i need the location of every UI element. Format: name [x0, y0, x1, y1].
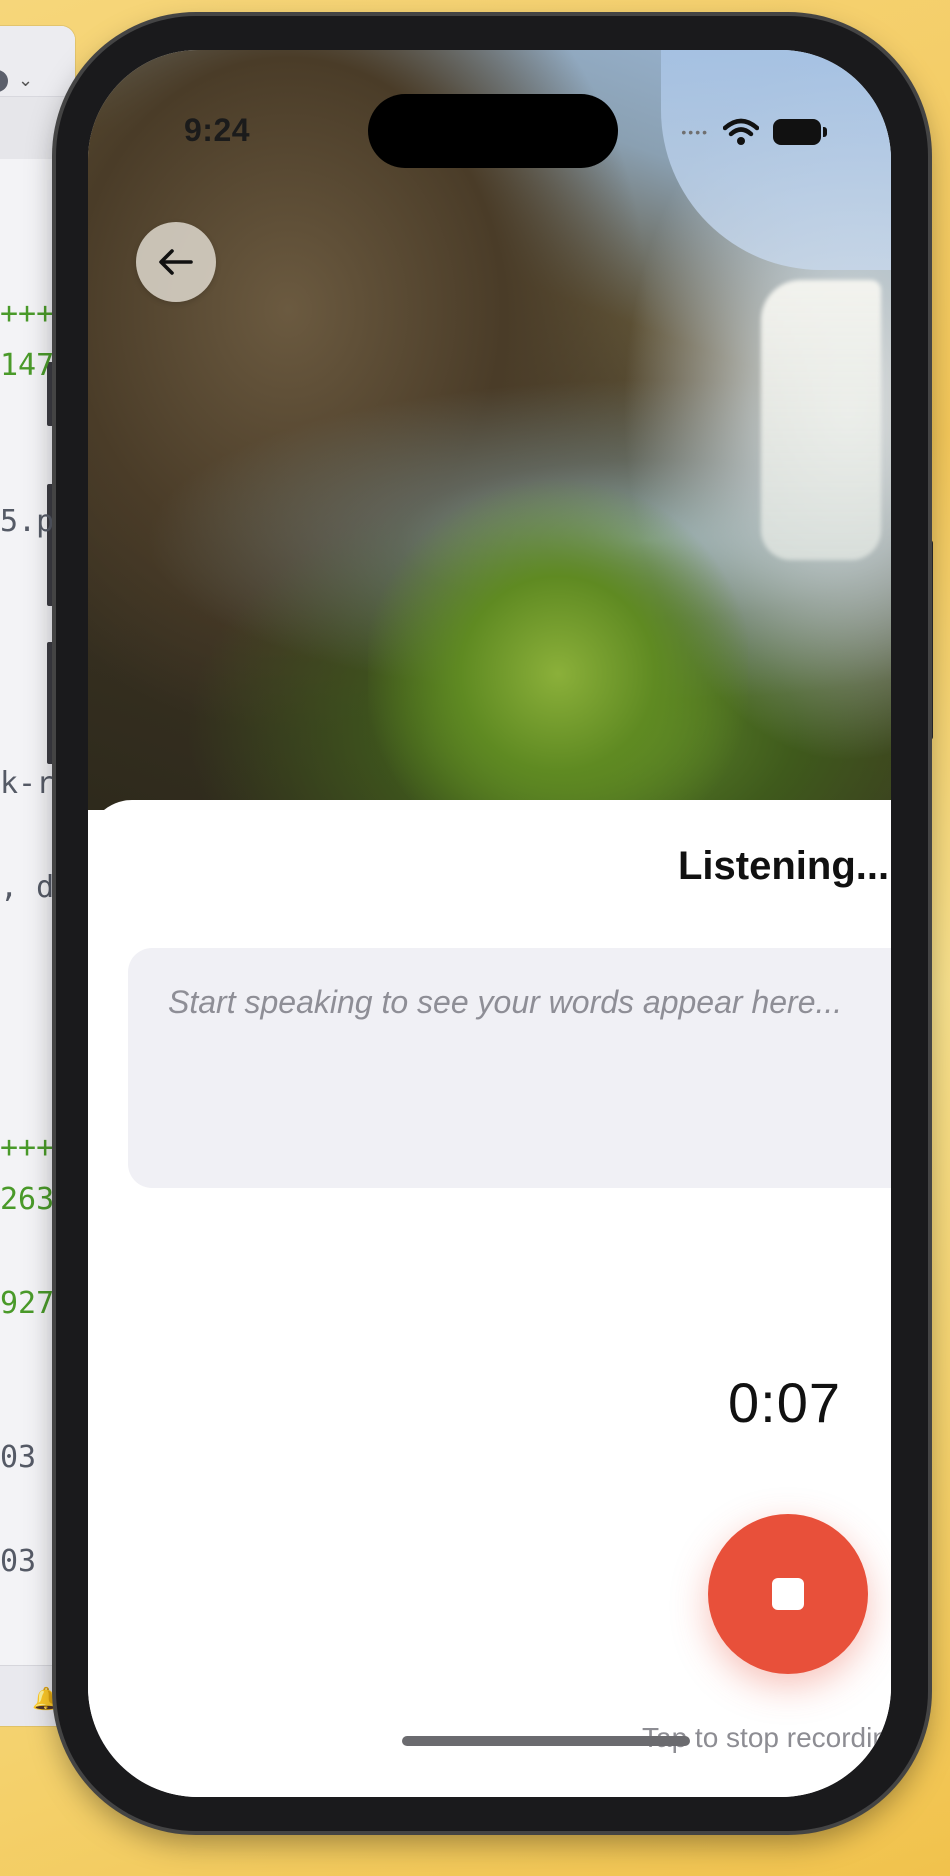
phone-screen: 9:24 •••• Listening... Start speaking to…	[88, 50, 891, 1797]
status-time: 9:24	[184, 112, 251, 148]
status-icons: ••••	[681, 118, 827, 146]
photo-waterfall	[761, 280, 881, 560]
arrow-left-icon	[159, 249, 193, 275]
diff-gutter-marker	[47, 484, 55, 606]
stop-icon	[772, 1578, 804, 1610]
signal-dots-icon: ••••	[681, 124, 709, 140]
code-line: +++	[0, 296, 55, 331]
phone-frame: 9:24 •••• Listening... Start speaking to…	[56, 16, 928, 1831]
listening-title: Listening...	[678, 844, 890, 888]
transcript-placeholder: Start speaking to see your words appear …	[168, 984, 843, 1020]
photo-plants	[368, 470, 748, 810]
battery-icon	[773, 119, 827, 145]
code-line: 5.p	[0, 504, 55, 539]
recording-timer: 0:07	[728, 1371, 841, 1434]
transcript-box: Start speaking to see your words appear …	[128, 948, 891, 1188]
chevron-down-icon[interactable]: ⌄	[18, 70, 33, 91]
photo-sky	[661, 50, 891, 270]
diff-gutter-marker	[47, 642, 55, 764]
code-line: +++	[0, 1130, 55, 1165]
home-indicator[interactable]	[402, 1736, 690, 1746]
code-line: k-r	[0, 766, 55, 801]
wifi-icon	[723, 118, 759, 145]
recording-sheet: Listening... Start speaking to see your …	[88, 800, 891, 1797]
stop-recording-button[interactable]	[708, 1514, 868, 1674]
dynamic-island	[368, 94, 618, 168]
code-line: 147	[0, 348, 55, 383]
avatar[interactable]	[0, 70, 8, 92]
back-button[interactable]	[136, 222, 216, 302]
code-line: , d	[0, 870, 55, 905]
